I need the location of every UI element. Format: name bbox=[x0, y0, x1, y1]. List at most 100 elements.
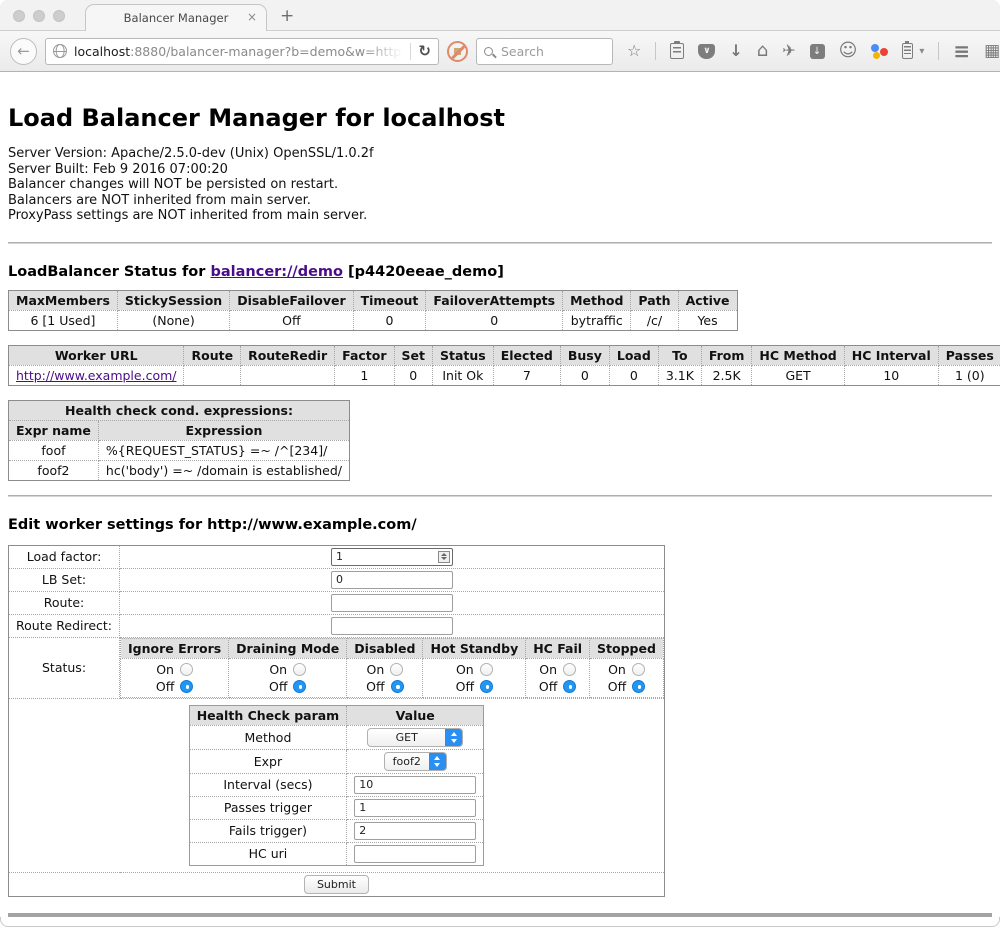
lb-set-cell bbox=[120, 568, 665, 591]
ignore-errors-off-radio[interactable] bbox=[180, 680, 193, 693]
method-select[interactable]: GET bbox=[367, 728, 463, 747]
draining-mode-on-radio[interactable] bbox=[293, 663, 306, 676]
status-radios-row: On Off On Off On Off bbox=[121, 658, 664, 697]
tab-balancer-manager[interactable]: Balancer Manager × bbox=[85, 4, 267, 31]
disabled-off-radio[interactable] bbox=[391, 680, 404, 693]
radio-on-label: On bbox=[367, 661, 385, 678]
tab-title: Balancer Manager bbox=[124, 11, 229, 25]
hc-header-row: Health Check param Value bbox=[189, 705, 484, 725]
stopped-on-radio[interactable] bbox=[632, 663, 645, 676]
window-controls bbox=[13, 10, 65, 22]
loadbalancer-status-heading: LoadBalancer Status for balancer://demo … bbox=[8, 264, 992, 280]
window-minimize-button[interactable] bbox=[33, 10, 45, 22]
tab-close-icon[interactable]: × bbox=[247, 11, 257, 23]
balancer-demo-link[interactable]: balancer://demo bbox=[210, 264, 343, 280]
bookmark-star-icon[interactable]: ☆ bbox=[627, 43, 641, 59]
passes-label: Passes trigger bbox=[189, 796, 347, 819]
balancer-status-table: MaxMembers StickySession DisableFailover… bbox=[8, 290, 738, 331]
load-factor-label: Load factor: bbox=[9, 545, 120, 568]
hc-fail-on-radio[interactable] bbox=[563, 663, 576, 676]
url-text[interactable]: localhost:8880/balancer-manager?b=demo&w… bbox=[74, 44, 403, 59]
hc-row-interval: Interval (secs) bbox=[189, 773, 484, 796]
feedback-smiley-icon[interactable]: ☺ bbox=[839, 43, 858, 59]
save-to-device-icon[interactable]: ↓ bbox=[810, 44, 825, 59]
cell-maxmembers: 6 [1 Used] bbox=[9, 310, 118, 330]
cell-hc-interval: 10 bbox=[844, 365, 938, 385]
radio-off-label: Off bbox=[269, 678, 287, 695]
method-label: Method bbox=[189, 725, 347, 749]
stopped-off-radio[interactable] bbox=[632, 680, 645, 693]
col-to: To bbox=[658, 345, 701, 365]
table-header-row: Worker URL Route RouteRedir Factor Set S… bbox=[9, 345, 1000, 365]
cell-expression: hc('body') =~ /domain is established/ bbox=[98, 460, 349, 480]
worker-url-link[interactable]: http://www.example.com/ bbox=[16, 368, 176, 383]
hot-standby-off-radio[interactable] bbox=[480, 680, 493, 693]
window-close-button[interactable] bbox=[13, 10, 25, 22]
col-hc-value: Value bbox=[347, 705, 484, 725]
expr-select[interactable]: foof2 bbox=[384, 752, 447, 771]
new-tab-button[interactable]: + bbox=[280, 6, 294, 26]
cell-expr-name: foof bbox=[9, 440, 99, 460]
reading-list-icon[interactable] bbox=[670, 43, 684, 59]
search-bar[interactable] bbox=[476, 38, 613, 65]
submit-cell: Submit bbox=[9, 872, 665, 896]
hc-fail-off-radio[interactable] bbox=[563, 680, 576, 693]
hot-standby-cell: On Off bbox=[423, 658, 526, 697]
radio-off-label: Off bbox=[539, 678, 557, 695]
window-zoom-button[interactable] bbox=[53, 10, 65, 22]
col-busy: Busy bbox=[560, 345, 609, 365]
cell-expr-name: foof2 bbox=[9, 460, 99, 480]
col-factor: Factor bbox=[335, 345, 394, 365]
cell-hc-method: GET bbox=[752, 365, 844, 385]
col-status: Status bbox=[433, 345, 494, 365]
load-factor-cell bbox=[120, 545, 665, 568]
submit-button[interactable]: Submit bbox=[304, 875, 369, 894]
passes-input[interactable] bbox=[354, 799, 476, 817]
fails-input[interactable] bbox=[354, 822, 476, 840]
hot-standby-on-radio[interactable] bbox=[480, 663, 493, 676]
cell-method: bytraffic bbox=[563, 310, 631, 330]
downloads-icon[interactable]: ↓ bbox=[729, 43, 742, 59]
url-bar[interactable]: localhost:8880/balancer-manager?b=demo&w… bbox=[45, 38, 439, 65]
number-spinner-icon[interactable] bbox=[438, 551, 450, 563]
radio-on-label: On bbox=[156, 661, 174, 678]
ignore-errors-on-radio[interactable] bbox=[180, 663, 193, 676]
send-icon[interactable]: ✈ bbox=[782, 43, 795, 59]
load-factor-input[interactable] bbox=[331, 548, 453, 566]
form-row-submit: Submit bbox=[9, 872, 665, 896]
menu-icon[interactable]: ≡ bbox=[953, 39, 970, 63]
form-row-status: Status: Ignore Errors Draining Mode Disa… bbox=[9, 637, 665, 698]
col-disabled: Disabled bbox=[347, 638, 423, 658]
draining-mode-cell: On Off bbox=[229, 658, 347, 697]
back-button[interactable]: ← bbox=[10, 38, 37, 65]
heading-suffix: [p4420eeae_demo] bbox=[343, 264, 504, 280]
hangouts-extension-icon[interactable] bbox=[871, 44, 888, 59]
col-hc-fail: HC Fail bbox=[526, 638, 590, 658]
pocket-icon[interactable]: ∨ bbox=[698, 44, 715, 59]
col-routeredir: RouteRedir bbox=[241, 345, 335, 365]
route-redirect-input[interactable] bbox=[331, 617, 453, 635]
lb-set-input[interactable] bbox=[331, 571, 453, 589]
hc-uri-input[interactable] bbox=[354, 845, 476, 863]
search-input[interactable] bbox=[499, 43, 605, 60]
draining-mode-off-radio[interactable] bbox=[293, 680, 306, 693]
disabled-on-radio[interactable] bbox=[390, 663, 403, 676]
reload-icon[interactable]: ↻ bbox=[418, 42, 431, 60]
home-icon[interactable]: ⌂ bbox=[757, 43, 768, 59]
passes-cell bbox=[347, 796, 484, 819]
tab-groups-icon[interactable]: ▦ bbox=[984, 41, 1000, 61]
content-blocked-icon[interactable] bbox=[447, 41, 468, 62]
overflow-caret-icon[interactable]: ▾ bbox=[919, 46, 924, 57]
col-expression: Expression bbox=[98, 420, 349, 440]
route-input[interactable] bbox=[331, 594, 453, 612]
battery-extension-icon[interactable] bbox=[902, 43, 913, 59]
fails-label: Fails trigger) bbox=[189, 819, 347, 842]
table-row: 6 [1 Used] (None) Off 0 0 bytraffic /c/ … bbox=[9, 310, 738, 330]
lb-set-label: LB Set: bbox=[9, 568, 120, 591]
route-cell bbox=[120, 591, 665, 614]
search-icon bbox=[484, 47, 493, 56]
table-header-row: MaxMembers StickySession DisableFailover… bbox=[9, 290, 738, 310]
interval-input[interactable] bbox=[354, 776, 476, 794]
cell-busy: 0 bbox=[560, 365, 609, 385]
navigation-toolbar: ← localhost:8880/balancer-manager?b=demo… bbox=[0, 30, 1000, 72]
